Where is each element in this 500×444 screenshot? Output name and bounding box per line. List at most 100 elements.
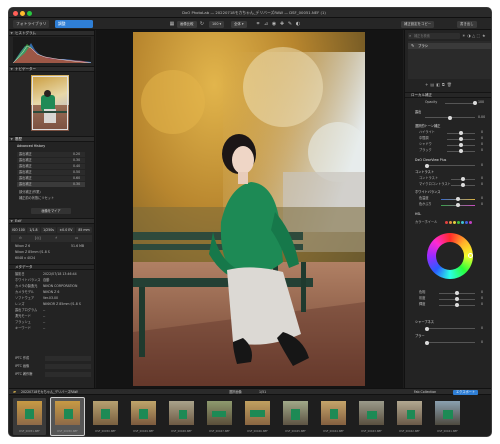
export-button[interactable]: 書き出し bbox=[457, 20, 477, 28]
tab-customize[interactable]: 調整 bbox=[55, 20, 93, 28]
mask-icon[interactable]: ◐ bbox=[295, 21, 301, 27]
iptc-row[interactable]: IPTC 作成 bbox=[15, 356, 29, 361]
hue-slider[interactable] bbox=[439, 291, 475, 295]
thumbnail[interactable]: DSF_00049.NEF bbox=[127, 398, 160, 435]
luminance-slider[interactable] bbox=[439, 303, 475, 307]
history-row[interactable]: 露出補正 0.60 bbox=[17, 176, 85, 181]
tint-slider[interactable] bbox=[441, 203, 475, 207]
thumbnail[interactable]: DSF_00044.NEF bbox=[317, 398, 350, 435]
thumbnail[interactable]: DSF_00046.NEF bbox=[241, 398, 274, 435]
hsl-value[interactable]: 0 bbox=[481, 302, 483, 307]
apply-history-button[interactable]: 画像をマイア bbox=[31, 208, 71, 214]
black-slider[interactable] bbox=[447, 149, 475, 153]
channel-cyan[interactable] bbox=[461, 221, 464, 224]
contrast-value[interactable]: 0 bbox=[481, 176, 483, 181]
sharpness-value[interactable]: 0 bbox=[481, 326, 483, 331]
delete-icon[interactable]: 🗑 bbox=[447, 82, 454, 87]
metadata-section-header[interactable]: メタデータ bbox=[9, 264, 94, 270]
thumbnail[interactable]: DSF_00045.NEF bbox=[279, 398, 312, 435]
navigator-section-header[interactable]: ▼ ナビゲーター bbox=[9, 66, 94, 72]
history-row[interactable]: 露出補正 0.30 bbox=[17, 158, 85, 163]
hsl-value[interactable]: 0 bbox=[481, 296, 483, 301]
iptc-field[interactable] bbox=[45, 356, 91, 361]
tone-value[interactable]: 0 bbox=[481, 136, 483, 141]
local-adjust-icon[interactable]: ✎ bbox=[287, 21, 293, 27]
search-field[interactable]: ⌕ 補正を検索 bbox=[408, 33, 460, 39]
tone-value[interactable]: 0 bbox=[481, 148, 483, 153]
minimize-window-button[interactable] bbox=[20, 10, 25, 16]
history-section-header[interactable]: ▼ 履歴 bbox=[9, 136, 94, 142]
channel-magenta[interactable] bbox=[469, 221, 472, 224]
zoom-select[interactable]: 100 ▾ bbox=[209, 20, 225, 28]
zoom-window-button[interactable] bbox=[27, 10, 32, 16]
thumbnail[interactable]: DSF_00042.NEF bbox=[393, 398, 426, 435]
export-to-button[interactable]: エクスポート bbox=[453, 389, 479, 395]
mask-tool-row[interactable]: ✎ ブラシ bbox=[408, 43, 491, 49]
favorite-icon[interactable]: ★ bbox=[482, 33, 487, 38]
history-row[interactable]: 露出補正 0.40 bbox=[17, 164, 85, 169]
channel-green[interactable] bbox=[457, 221, 460, 224]
history-extra-item[interactable]: 補正前の状態にリセット bbox=[19, 196, 54, 201]
blur-value[interactable]: 0 bbox=[481, 340, 483, 345]
clearview-slider[interactable] bbox=[425, 163, 475, 168]
exif-section-header[interactable]: ▼ Exif bbox=[9, 218, 94, 224]
copy-settings-button[interactable]: 補正設定をコピー bbox=[401, 20, 435, 28]
shadow-slider[interactable] bbox=[447, 143, 475, 147]
wb-value[interactable]: 0 bbox=[481, 202, 483, 207]
thumbnail[interactable]: DSF_00047.NEF bbox=[203, 398, 236, 435]
navigator-preview[interactable] bbox=[31, 75, 69, 131]
thumbnail[interactable]: DSF_00048.NEF bbox=[165, 398, 198, 435]
close-window-button[interactable] bbox=[13, 10, 18, 16]
channel-orange[interactable] bbox=[449, 221, 452, 224]
opacity-value[interactable]: 100 bbox=[478, 100, 484, 105]
history-tab[interactable]: Advanced History bbox=[17, 144, 45, 149]
history-row[interactable]: 露出補正 0.30 bbox=[17, 182, 85, 187]
crop-icon[interactable]: ⌗ bbox=[255, 21, 261, 27]
highlight-slider[interactable] bbox=[447, 131, 475, 135]
thumbnail[interactable]: DSF_00050.NEF bbox=[50, 397, 85, 436]
iptc-row[interactable]: IPTC 画像 bbox=[15, 364, 29, 369]
thumbnail[interactable]: DSF_00041.NEF bbox=[431, 398, 464, 435]
opacity-slider[interactable] bbox=[445, 101, 477, 105]
microcontrast-slider[interactable] bbox=[451, 183, 475, 187]
channel-red[interactable] bbox=[445, 221, 448, 224]
exposure-slider[interactable] bbox=[425, 115, 475, 120]
tab-photo-library[interactable]: フォトライブラリ bbox=[13, 20, 50, 28]
saturation-slider[interactable] bbox=[439, 297, 475, 301]
redeye-icon[interactable]: ◉ bbox=[271, 21, 277, 27]
grid-icon[interactable]: ▦ bbox=[169, 21, 175, 27]
exposure-value[interactable]: 0.00 bbox=[478, 115, 485, 120]
history-row[interactable]: 露出補正 0.20 bbox=[17, 152, 85, 157]
histogram-section-header[interactable]: ▼ ヒストグラム bbox=[9, 30, 94, 36]
hsl-mode[interactable]: カラーホイール bbox=[415, 220, 437, 225]
main-photo[interactable] bbox=[133, 32, 365, 386]
clearview-value[interactable]: 0 bbox=[481, 163, 483, 168]
temperature-slider[interactable] bbox=[441, 197, 475, 201]
repair-icon[interactable]: ✚ bbox=[279, 21, 285, 27]
thumbnail[interactable]: DSF_00050.NEF bbox=[89, 398, 122, 435]
thumbnail[interactable]: DSF_00051.NEF bbox=[13, 398, 46, 435]
local-adjust-header[interactable]: ローカル補正 bbox=[405, 92, 491, 98]
tone-value[interactable]: 0 bbox=[481, 130, 483, 135]
straighten-icon[interactable]: ⊿ bbox=[263, 21, 269, 27]
channel-blue[interactable] bbox=[465, 221, 468, 224]
contrast-value[interactable]: 0 bbox=[481, 182, 483, 187]
sharpness-slider[interactable] bbox=[425, 326, 475, 331]
channel-yellow[interactable] bbox=[453, 221, 456, 224]
hsl-value[interactable]: 0 bbox=[481, 290, 483, 295]
rotate-icon[interactable]: ↻ bbox=[199, 21, 205, 27]
history-extra-item[interactable]: 部分補正(作業) bbox=[19, 190, 41, 195]
iptc-field[interactable] bbox=[45, 372, 91, 377]
fit-select[interactable]: 全体 ▾ bbox=[231, 20, 247, 28]
wb-value[interactable]: 0 bbox=[481, 196, 483, 201]
history-row[interactable]: 露出補正 0.50 bbox=[17, 170, 85, 175]
thumbnail[interactable]: DSF_00043.NEF bbox=[355, 398, 388, 435]
contrast-slider[interactable] bbox=[451, 177, 475, 181]
blur-slider[interactable] bbox=[425, 340, 475, 345]
iptc-field[interactable] bbox=[45, 364, 91, 369]
hue-handle[interactable] bbox=[468, 253, 473, 258]
midtone-slider[interactable] bbox=[447, 137, 475, 141]
tone-value[interactable]: 0 bbox=[481, 142, 483, 147]
image-viewer[interactable] bbox=[96, 30, 403, 388]
iptc-row[interactable]: IPTC 著作権 bbox=[15, 372, 32, 377]
